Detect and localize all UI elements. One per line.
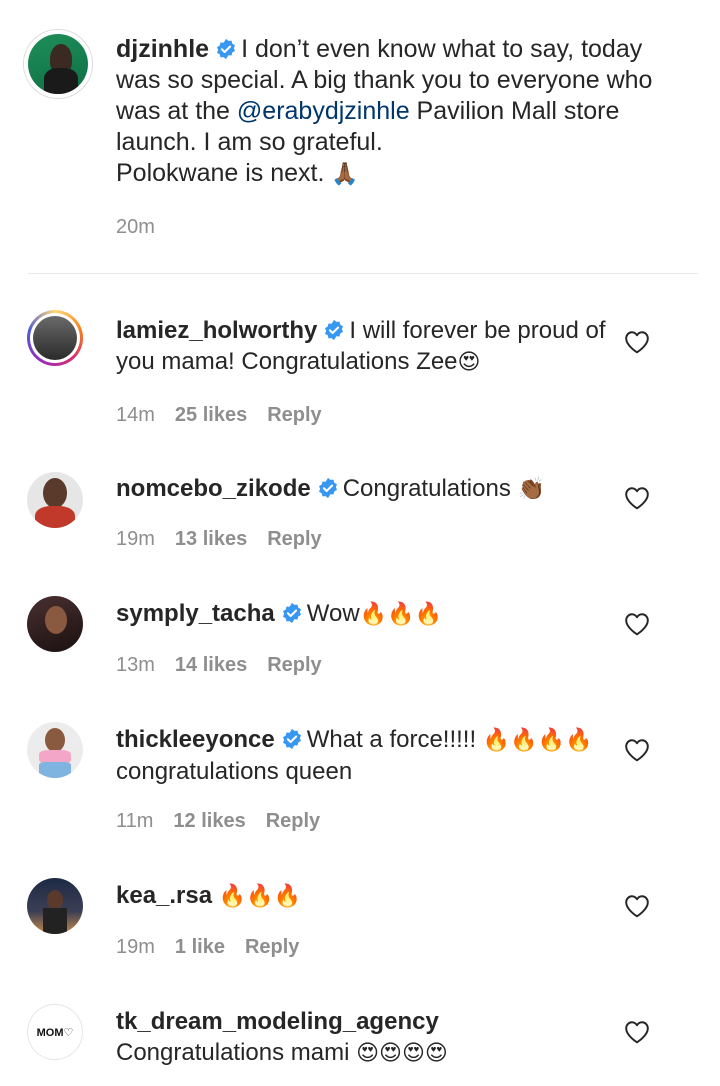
comment: nomcebo_zikode Congratulations 👏🏾 19m 13 l… bbox=[0, 470, 720, 560]
reply-button[interactable]: Reply bbox=[267, 654, 321, 676]
comment-timestamp: 19m bbox=[116, 528, 155, 550]
comment-body: What a force!!!!! bbox=[306, 726, 483, 753]
post-timestamp: 20m bbox=[116, 216, 155, 238]
comment-emoji: 🔥🔥🔥 bbox=[359, 602, 442, 627]
reply-button[interactable]: Reply bbox=[266, 810, 320, 832]
comment-timestamp: 14m bbox=[116, 404, 155, 426]
comment: lamiez_holworthy I will forever be proud … bbox=[0, 310, 720, 430]
heart-outline-icon[interactable] bbox=[624, 330, 650, 354]
comment-emoji: 😍 bbox=[457, 350, 481, 375]
comment-timestamp: 19m bbox=[116, 936, 155, 958]
post-author-username[interactable]: djzinhle bbox=[116, 35, 209, 63]
comment-text: tk_dream_modeling_agency Congratulations … bbox=[116, 1006, 606, 1069]
post-caption-emoji: 🙏🏾 bbox=[331, 162, 359, 187]
comment-text: lamiez_holworthy I will forever be proud … bbox=[116, 315, 606, 378]
comment-meta: 19m 13 likes Reply bbox=[116, 528, 342, 551]
heart-outline-icon[interactable] bbox=[624, 612, 650, 636]
comment-meta: 19m 1 like Reply bbox=[116, 936, 319, 959]
comment-text: symply_tacha Wow🔥🔥🔥 bbox=[116, 598, 606, 630]
commenter-avatar[interactable] bbox=[27, 472, 83, 528]
divider bbox=[28, 273, 698, 274]
post-caption: djzinhle I don’t even know what to say, t… bbox=[116, 34, 676, 190]
post-author-avatar[interactable] bbox=[24, 30, 92, 98]
commenter-avatar[interactable] bbox=[27, 722, 83, 778]
comment-likes[interactable]: 25 likes bbox=[175, 404, 247, 426]
comment: symply_tacha Wow🔥🔥🔥 13m 14 likes Reply bbox=[0, 596, 720, 686]
comment-meta: 14m 25 likes Reply bbox=[116, 404, 342, 427]
comment-emoji: 🔥🔥🔥 bbox=[218, 884, 301, 909]
mention-link[interactable]: @erabydjzinhle bbox=[237, 97, 410, 125]
commenter-avatar[interactable] bbox=[27, 596, 83, 652]
verified-badge-icon bbox=[217, 38, 236, 60]
comment-meta: 13m 14 likes Reply bbox=[116, 654, 342, 677]
comment-likes[interactable]: 13 likes bbox=[175, 528, 247, 550]
comment-emoji: 👏🏾 bbox=[517, 477, 545, 502]
heart-outline-icon[interactable] bbox=[624, 894, 650, 918]
comment-body: Wow bbox=[306, 600, 360, 627]
heart-outline-icon[interactable] bbox=[624, 1020, 650, 1044]
comment-likes[interactable]: 12 likes bbox=[173, 810, 245, 832]
comment: kea_.rsa 🔥🔥🔥 19m 1 like Reply bbox=[0, 878, 720, 968]
heart-outline-icon[interactable] bbox=[624, 738, 650, 762]
comment-text: kea_.rsa 🔥🔥🔥 bbox=[116, 880, 606, 912]
reply-button[interactable]: Reply bbox=[267, 404, 321, 426]
commenter-avatar[interactable] bbox=[27, 878, 83, 934]
verified-badge-icon bbox=[318, 477, 337, 499]
commenter-avatar[interactable]: MOM♡ bbox=[27, 1004, 83, 1060]
comment-timestamp: 11m bbox=[116, 810, 154, 832]
verified-badge-icon bbox=[282, 602, 301, 624]
comment-meta: 11m 12 likes Reply bbox=[116, 810, 340, 833]
comment-likes[interactable]: 1 like bbox=[175, 936, 225, 958]
comment-text: thickleeyonce What a force!!!!! 🔥🔥🔥🔥 congr… bbox=[116, 724, 606, 787]
commenter-username[interactable]: lamiez_holworthy bbox=[116, 317, 317, 344]
commenter-username[interactable]: tk_dream_modeling_agency bbox=[116, 1008, 439, 1035]
commenter-username[interactable]: symply_tacha bbox=[116, 600, 275, 627]
verified-badge-icon bbox=[282, 728, 301, 750]
comment-timestamp: 13m bbox=[116, 654, 155, 676]
commenter-username[interactable]: nomcebo_zikode bbox=[116, 475, 311, 502]
comment-emoji: 😍😍😍😍 bbox=[356, 1041, 448, 1066]
heart-outline-icon[interactable] bbox=[624, 486, 650, 510]
commenter-avatar[interactable] bbox=[27, 310, 83, 366]
comment-body-line-2: congratulations queen bbox=[116, 758, 353, 785]
comment-body: Congratulations bbox=[342, 475, 518, 502]
comment-emoji: 🔥🔥🔥🔥 bbox=[482, 728, 593, 753]
reply-button[interactable]: Reply bbox=[267, 528, 321, 550]
post-caption-line-2: Polokwane is next. bbox=[116, 159, 332, 187]
comment-text: nomcebo_zikode Congratulations 👏🏾 bbox=[116, 473, 606, 505]
original-post: djzinhle I don’t even know what to say, t… bbox=[0, 0, 720, 274]
comment: thickleeyonce What a force!!!!! 🔥🔥🔥🔥 congr… bbox=[0, 722, 720, 842]
commenter-username[interactable]: thickleeyonce bbox=[116, 726, 275, 753]
commenter-username[interactable]: kea_.rsa bbox=[116, 882, 212, 909]
avatar-logo: MOM♡ bbox=[36, 1026, 74, 1039]
comment: MOM♡ tk_dream_modeling_agency Congratulat… bbox=[0, 1004, 720, 1086]
reply-button[interactable]: Reply bbox=[245, 936, 299, 958]
comment-likes[interactable]: 14 likes bbox=[175, 654, 247, 676]
comment-body: Congratulations mami bbox=[116, 1039, 357, 1066]
verified-badge-icon bbox=[325, 319, 344, 341]
